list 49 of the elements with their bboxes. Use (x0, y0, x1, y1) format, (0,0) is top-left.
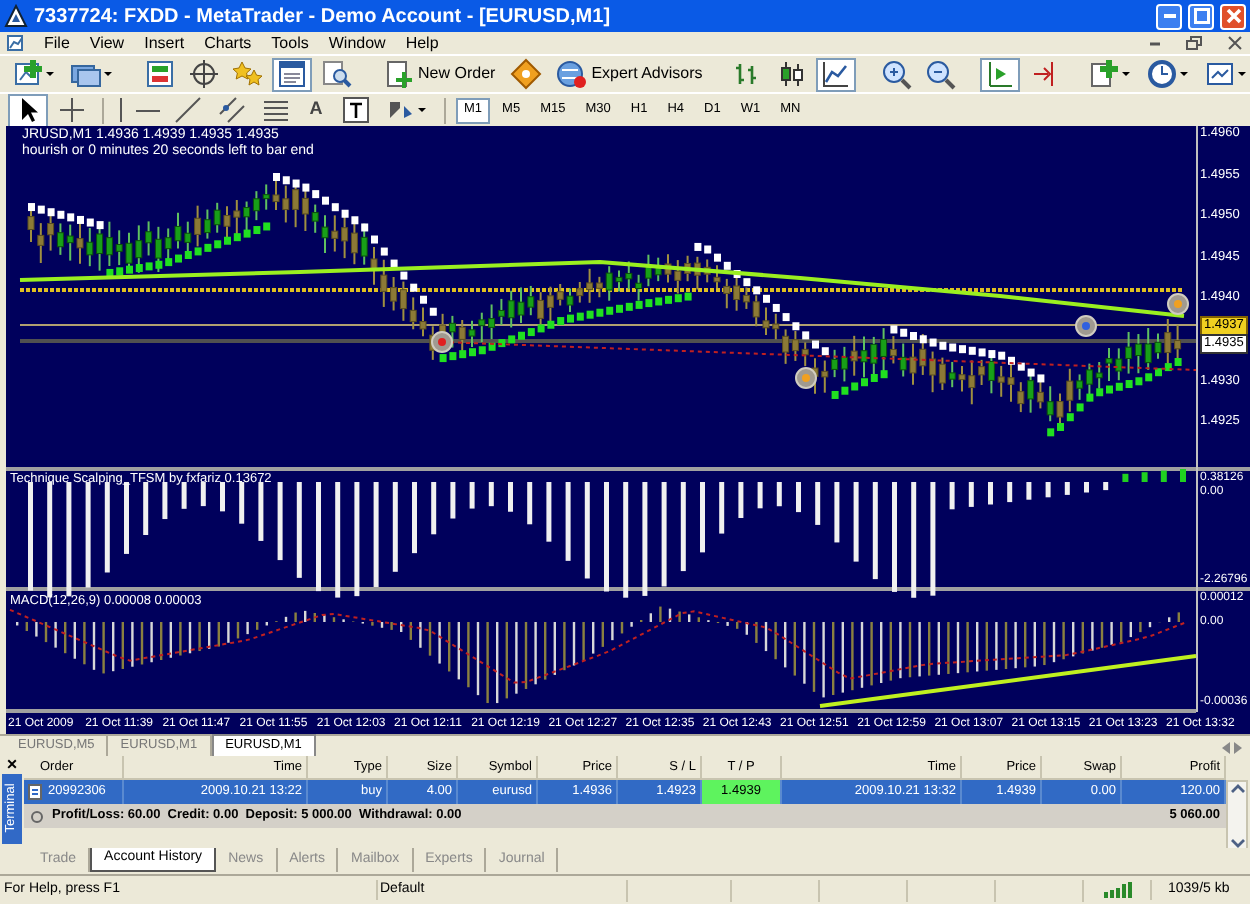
zoom-in-icon (880, 58, 913, 90)
vertical-line-icon (118, 98, 124, 122)
app-logo-icon (4, 4, 28, 28)
toolbar-button[interactable] (114, 93, 128, 127)
menu-item[interactable]: Tools (271, 33, 309, 53)
menu-item[interactable]: Help (405, 33, 439, 53)
maximize-button[interactable] (1188, 3, 1214, 29)
toolbar-button[interactable] (8, 93, 48, 127)
trend-line-icon (172, 94, 204, 126)
horizontal-line-icon (136, 107, 160, 113)
scroll-up-icon (1229, 782, 1245, 794)
minimize-button[interactable] (1156, 3, 1182, 29)
restore-icon (1186, 36, 1202, 50)
close-button[interactable] (1224, 34, 1244, 52)
trade-marker (431, 331, 453, 353)
crosshair-plus-icon (56, 94, 88, 126)
signal-bars-icon (1101, 882, 1133, 898)
menu-item[interactable]: Insert (144, 33, 185, 53)
crosshair-icon (188, 58, 220, 90)
close-button[interactable]: × (6, 756, 18, 774)
scroll-down-icon (1229, 838, 1245, 850)
circle-icon (30, 809, 44, 823)
close-icon (1227, 36, 1241, 50)
minimize-icon (1149, 41, 1159, 45)
menu-item[interactable]: File (44, 33, 70, 53)
menu-item[interactable]: Charts (204, 33, 252, 53)
trade-marker (1075, 315, 1097, 337)
stars-icon (232, 58, 264, 90)
trade-marker (1167, 293, 1189, 315)
trade-marker (795, 367, 817, 389)
menu-item[interactable]: View (89, 33, 125, 53)
histogram-bar-series (1122, 469, 1186, 482)
window-title: 7337724: FXDD - MetaTrader - Demo Account - [EURUSD,M1] (34, 3, 611, 31)
toolbar-button[interactable] (184, 57, 224, 91)
toolbar-button[interactable] (272, 57, 312, 91)
line-chart-icon (820, 58, 853, 90)
close-icon (1225, 8, 1241, 24)
minimize-icon (1163, 14, 1175, 18)
text-tool-button[interactable]: A (300, 96, 332, 124)
shift-arrow-icon (984, 58, 1017, 90)
scrollbar[interactable] (1226, 780, 1248, 852)
toolbar-button[interactable]: Expert Advisors (549, 57, 709, 91)
zoom-out-icon (924, 58, 957, 90)
restore-button[interactable] (1184, 34, 1204, 52)
toolbar-button[interactable] (816, 57, 857, 91)
menu-item[interactable]: Window (328, 33, 386, 53)
document-icon (28, 784, 42, 800)
maximize-icon (1193, 8, 1209, 24)
toolbar-button[interactable]: New Order (376, 57, 502, 91)
